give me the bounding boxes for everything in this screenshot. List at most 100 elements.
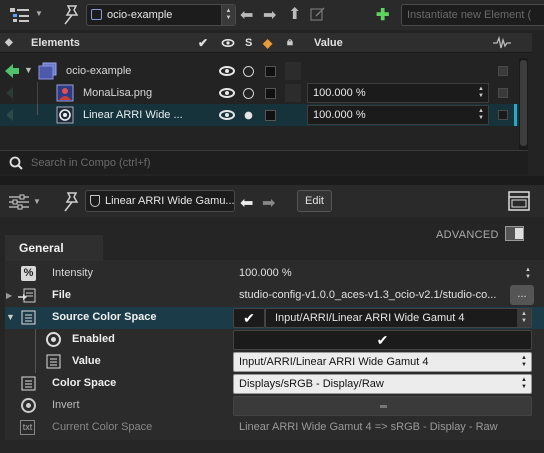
scrollbar-thumb[interactable] — [520, 60, 527, 146]
composition-selector[interactable]: ocio-example ▲ ▼ — [86, 4, 236, 26]
forward-arrow-icon[interactable]: ➡ — [262, 193, 275, 213]
color-space-dropdown[interactable]: Displays/sRGB - Display/Raw ▲ ▼ — [233, 374, 532, 394]
back-arrow-icon[interactable]: ⬅ — [240, 5, 253, 25]
spin-arrows-icon[interactable]: ▲ ▼ — [221, 5, 235, 25]
property-source-color-space[interactable]: ▼ Source Color Space ✔ Input/ARRI/Linear… — [5, 307, 544, 329]
solo-column-header[interactable]: S — [245, 37, 252, 49]
value-column-header[interactable]: Value — [314, 37, 343, 49]
expand-arrow-icon[interactable]: ▶ — [6, 291, 12, 300]
solo-radio[interactable] — [243, 66, 254, 77]
property-current-color-space: txt Current Color Space Linear ARRI Wide… — [5, 417, 544, 439]
outliner-scrollbar[interactable] — [519, 58, 528, 150]
spin-arrows-icon[interactable]: ▲ ▼ — [474, 106, 488, 124]
invert-toggle[interactable] — [233, 396, 532, 416]
waveform-icon[interactable] — [492, 35, 512, 51]
composition-icon — [91, 9, 102, 20]
properties-menu-icon[interactable] — [8, 193, 30, 211]
property-enabled[interactable]: Enabled ✔ — [5, 329, 544, 373]
color-tag-box[interactable] — [265, 110, 276, 121]
enabled-label: Enabled — [72, 333, 115, 345]
color-tag-box[interactable] — [265, 88, 276, 99]
solo-radio[interactable] — [243, 88, 254, 99]
pin-icon[interactable] — [62, 4, 82, 26]
check-column-icon[interactable]: ✔ — [198, 36, 208, 50]
property-intensity[interactable]: % Intensity 100.000 % ▲ ▼ — [5, 263, 544, 285]
outliner-menu-icon[interactable] — [8, 6, 32, 24]
properties-toolbar: ▼ Linear ARRI Wide Gamu... ⬅ ➡ Edit — [0, 185, 544, 217]
tree-line — [37, 82, 38, 104]
row-checkbox[interactable] — [498, 66, 508, 76]
solo-radio[interactable] — [244, 111, 253, 120]
chevron-down-icon[interactable]: ▼ — [33, 197, 41, 206]
elements-column-header[interactable]: Elements — [31, 37, 80, 49]
composition-node-icon — [38, 62, 58, 80]
percent-icon: % — [21, 266, 36, 281]
outliner-header: ◆ Elements ✔ S ◆ 🔒︎ Value — [0, 33, 532, 53]
percent-glyph: % — [23, 267, 34, 279]
color-tag-column-icon[interactable]: ◆ — [263, 36, 272, 50]
current-color-space-value: Linear ARRI Wide Gamut 4 => sRGB - Displ… — [239, 421, 498, 433]
enabled-checkbox[interactable]: ✔ — [233, 330, 532, 350]
add-icon[interactable]: ✚ — [376, 5, 389, 25]
advanced-label: ADVANCED — [436, 229, 499, 241]
property-color-space[interactable]: Color Space Displays/sRGB - Display/Raw … — [5, 373, 544, 395]
element-name: ocio-example — [66, 65, 132, 77]
collapse-arrow-icon[interactable]: ▼ — [6, 312, 15, 322]
property-value[interactable]: Value Input/ARRI/Linear ARRI Wide Gamut … — [5, 351, 544, 373]
panel-divider[interactable] — [0, 176, 544, 185]
tab-general[interactable]: General — [5, 235, 103, 261]
text-icon: txt — [20, 420, 35, 435]
intensity-value-field[interactable]: 100.000 % ▲ ▼ — [307, 83, 489, 103]
spin-arrows-icon[interactable]: ▲ ▼ — [474, 84, 488, 102]
node-selector[interactable]: Linear ARRI Wide Gamu... — [85, 190, 235, 212]
outliner-row-image[interactable]: MonaLisa.png 100.000 % ▲ ▼ — [0, 82, 520, 104]
visibility-eye-icon[interactable] — [219, 110, 235, 120]
intensity-value-field[interactable]: 100.000 % ▲ ▼ — [307, 105, 489, 125]
source-color-space-dropdown[interactable]: Input/ARRI/Linear ARRI Wide Gamut 4 ▲ ▼ — [265, 308, 532, 328]
row-checkbox[interactable] — [498, 110, 508, 120]
back-arrow-icon[interactable]: ⬅ — [240, 193, 253, 213]
browse-button[interactable]: ... — [510, 285, 534, 305]
color-tag-box[interactable] — [265, 66, 276, 77]
visibility-eye-icon[interactable] — [219, 88, 235, 98]
compo-search-bar[interactable]: Search in Compo (ctrl+f) — [0, 150, 528, 174]
value-dropdown[interactable]: Input/ARRI/Linear ARRI Wide Gamut 4 ▲ ▼ — [233, 352, 532, 372]
intensity-value[interactable]: 100.000 % — [239, 267, 292, 279]
visibility-eye-icon[interactable] — [219, 66, 235, 76]
spin-arrows-icon[interactable]: ▲ ▼ — [517, 309, 531, 327]
spin-arrows-icon[interactable]: ▲ ▼ — [517, 375, 531, 393]
forward-arrow-icon[interactable]: ➡ — [263, 5, 276, 25]
chevron-down-icon[interactable]: ▼ — [35, 9, 43, 18]
spin-arrows-icon[interactable]: ▲ ▼ — [517, 353, 531, 371]
source-enabled-toggle[interactable]: ✔ — [233, 308, 265, 328]
lock-column-icon[interactable]: 🔒︎ — [287, 36, 293, 49]
hierarchy-arrow-icon — [6, 86, 14, 100]
panel-layout-icon[interactable] — [508, 191, 530, 211]
outliner-row-colorspace[interactable]: Linear ARRI Wide ... 100.000 % ▲ ▼ — [0, 104, 520, 126]
lock-cell[interactable] — [285, 62, 301, 80]
collapse-all-icon[interactable]: ◆ — [5, 37, 13, 48]
element-name: MonaLisa.png — [83, 87, 153, 99]
search-placeholder: Search in Compo (ctrl+f) — [31, 157, 151, 169]
instantiate-placeholder: Instantiate new Element ( — [407, 9, 532, 21]
lock-cell[interactable] — [285, 84, 301, 102]
row-checkbox[interactable] — [498, 88, 508, 98]
outliner-row-composition[interactable]: ▼ ocio-example — [0, 60, 520, 82]
radio-dot — [26, 403, 31, 408]
advanced-toggle[interactable] — [505, 226, 524, 241]
expand-arrow-icon[interactable]: ▼ — [24, 65, 33, 75]
property-file[interactable]: ▶ File studio-config-v1.0.0_aces-v1.3_oc… — [5, 285, 544, 307]
file-path[interactable]: studio-config-v1.0.0_aces-v1.3_ocio-v2.1… — [239, 289, 513, 301]
instantiate-element-input[interactable]: Instantiate new Element ( — [401, 4, 544, 26]
ocio-node-icon — [56, 106, 74, 124]
spin-arrows-icon[interactable]: ▲ ▼ — [521, 263, 535, 285]
edit-icon[interactable] — [310, 6, 326, 22]
up-arrow-icon[interactable]: ⬆ — [288, 4, 301, 24]
toggle-dash — [380, 405, 387, 408]
property-invert[interactable]: Invert — [5, 395, 544, 417]
visibility-column-icon[interactable] — [221, 39, 235, 47]
radio-icon — [46, 332, 61, 347]
edit-button[interactable]: Edit — [297, 190, 332, 212]
pin-icon[interactable] — [62, 191, 82, 213]
toggle-knob — [515, 228, 523, 239]
